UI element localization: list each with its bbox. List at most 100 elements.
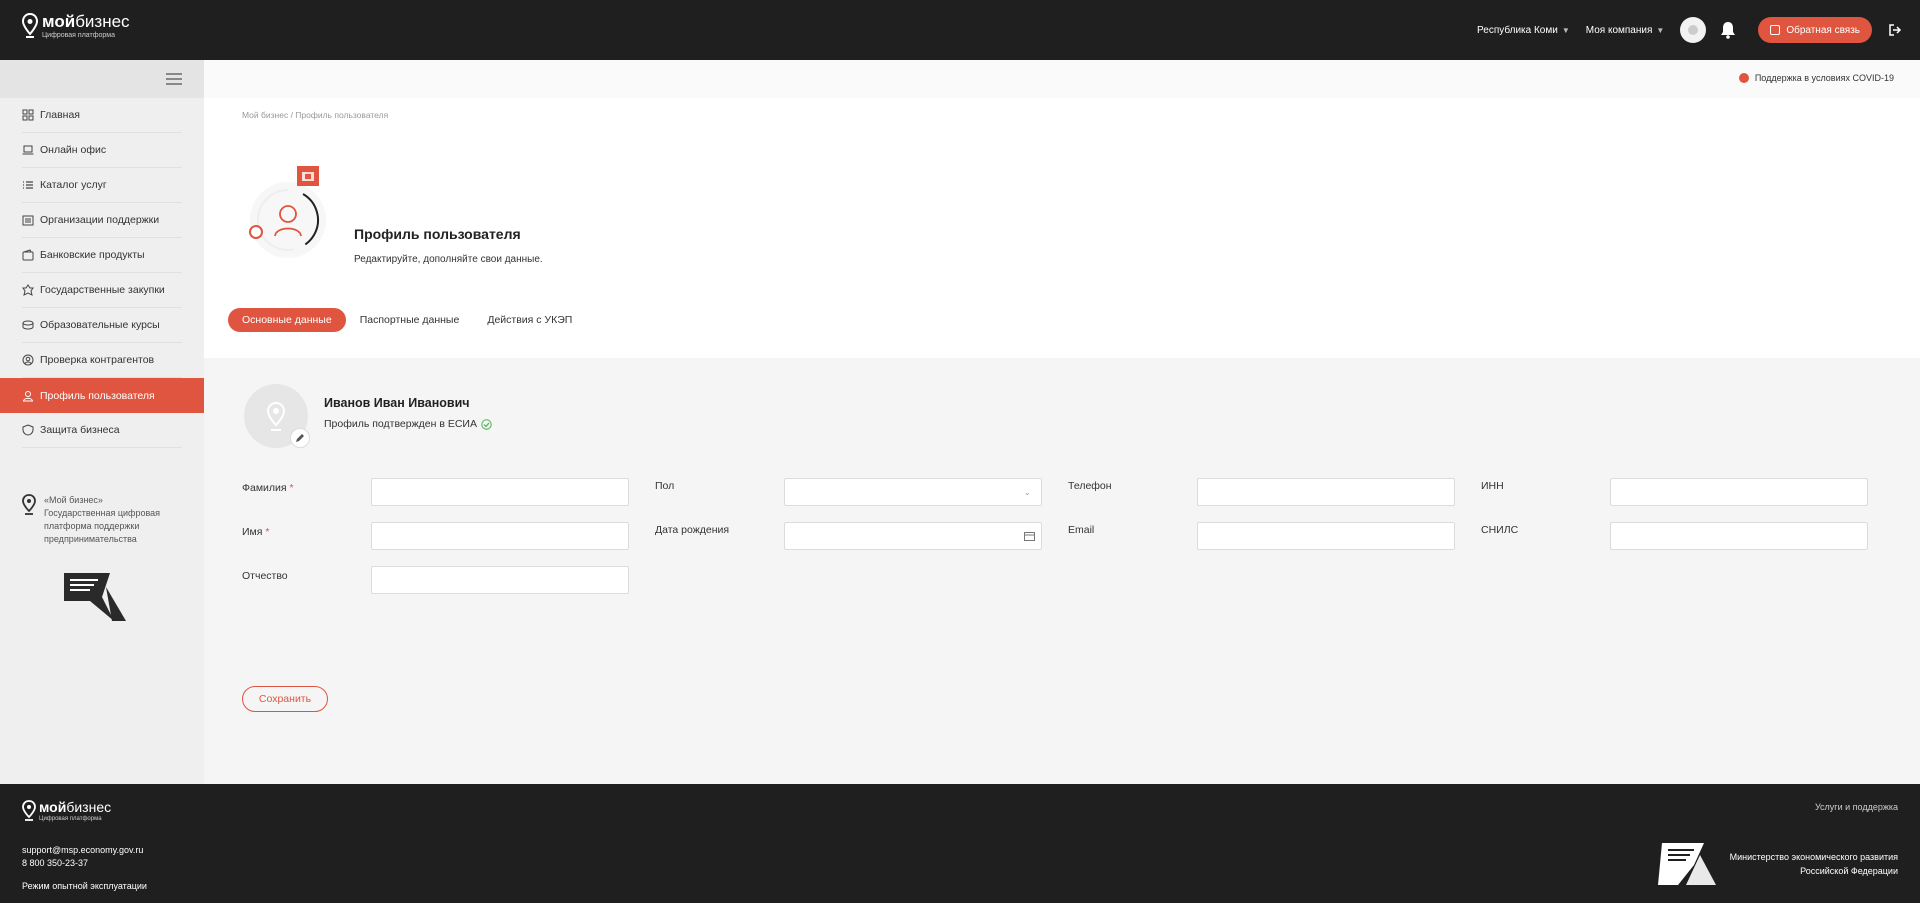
footer-brand-bold: мой (39, 799, 67, 815)
sidebar-item-user-profile[interactable]: Профиль пользователя (0, 378, 204, 413)
page-subtitle: Редактируйте, дополняйте свои данные. (354, 254, 543, 265)
national-project-emblem-icon (64, 573, 126, 621)
company-label: Моя компания (1585, 24, 1653, 36)
gender-select[interactable] (784, 478, 1042, 506)
logout-icon[interactable] (1888, 23, 1902, 37)
sidebar-item-main[interactable]: Главная (22, 98, 182, 133)
covid-support-link[interactable]: Поддержка в условиях COVID-19 (1738, 73, 1894, 83)
page-title: Профиль пользователя (354, 226, 521, 242)
sidebar-item-courses[interactable]: Образовательные курсы (22, 308, 182, 343)
name-field[interactable] (371, 522, 629, 550)
name-label-text: Имя (242, 526, 263, 538)
brand-bold: мой (42, 12, 76, 31)
sidebar-top (0, 60, 204, 98)
support-phone-link[interactable]: 8 800 350-23-37 (22, 857, 143, 870)
search-person-icon (22, 354, 34, 366)
inn-field[interactable] (1610, 478, 1868, 506)
pin-logo-icon (22, 13, 38, 38)
required-mark: * (265, 526, 270, 538)
sidebar-item-label: Защита бизнеса (40, 424, 120, 436)
profile-tabs: Основные данные Паспортные данные Действ… (228, 308, 586, 332)
support-email-link[interactable]: support@msp.economy.gov.ru (22, 844, 143, 857)
profile-illustration-icon (249, 166, 326, 258)
brand-logo[interactable]: мойбизнес Цифровая платформа (22, 13, 130, 39)
surname-field[interactable] (371, 478, 629, 506)
sidebar-item-label: Онлайн офис (40, 144, 107, 156)
menu-toggle-icon[interactable] (166, 73, 182, 85)
company-select[interactable]: Моя компания ▼ (1586, 25, 1665, 36)
footer-brand-rest: бизнес (66, 799, 112, 815)
chevron-down-icon: ▼ (1561, 25, 1570, 35)
user-icon (22, 390, 34, 401)
sidebar-item-procurement[interactable]: Государственные закупки (22, 273, 182, 308)
email-field[interactable] (1197, 522, 1455, 550)
save-button[interactable]: Сохранить (242, 686, 328, 712)
wallet-icon (22, 249, 34, 261)
gender-label: Пол (655, 480, 675, 492)
sidebar-item-business-protection[interactable]: Защита бизнеса (22, 413, 182, 448)
ministry-line-1: Министерство экономического развития (1729, 852, 1898, 862)
phone-label: Телефон (1068, 480, 1112, 492)
esia-status: Профиль подтвержден в ЕСИА (324, 418, 492, 430)
sidebar-item-catalog[interactable]: Каталог услуг (22, 168, 182, 203)
birthdate-label: Дата рождения (655, 524, 730, 536)
laptop-icon (22, 145, 34, 155)
national-project-emblem-icon (1657, 843, 1716, 885)
sidebar-menu: Главная Онлайн офис Каталог услуг Органи… (0, 98, 204, 448)
sidebar-item-label: Профиль пользователя (40, 389, 155, 402)
ministry-line-2: Российской Федерации (1800, 866, 1898, 876)
ministry-block: Министерство экономического развития Росс… (1656, 841, 1898, 887)
sidebar-item-label: Главная (40, 109, 80, 121)
tab-ukep-actions[interactable]: Действия с УКЭП (473, 308, 586, 332)
beta-mode-note: Режим опытной эксплуатации (22, 881, 147, 891)
esia-status-label: Профиль подтвержден в ЕСИА (324, 418, 477, 430)
tab-passport-data[interactable]: Паспортные данные (346, 308, 474, 332)
feedback-label: Обратная связь (1786, 24, 1860, 36)
footer-logo[interactable]: мойбизнес Цифровая платформа (22, 800, 111, 822)
chat-icon (1770, 25, 1781, 35)
calendar-icon[interactable] (1024, 531, 1035, 541)
surname-label-text: Фамилия (242, 482, 287, 494)
edit-photo-button[interactable] (290, 428, 310, 448)
footer-contacts: support@msp.economy.gov.ru 8 800 350-23-… (22, 844, 143, 870)
chevron-down-icon: ▼ (1656, 25, 1665, 35)
sidebar-item-label: Банковские продукты (40, 249, 145, 261)
top-header: мойбизнес Цифровая платформа Республика … (0, 0, 1920, 60)
phone-field[interactable] (1197, 478, 1455, 506)
region-label: Республика Коми (1477, 24, 1558, 36)
email-label: Email (1068, 524, 1095, 536)
sidebar-item-counterparties[interactable]: Проверка контрагентов (22, 343, 182, 378)
top-info-bar: Поддержка в условиях COVID-19 (204, 60, 1920, 98)
sidebar-item-bank-products[interactable]: Банковские продукты (22, 238, 182, 273)
region-select[interactable]: Республика Коми ▼ (1477, 25, 1570, 36)
breadcrumb-home-link[interactable]: Мой бизнес (242, 110, 288, 120)
snils-label: СНИЛС (1481, 524, 1519, 536)
check-circle-icon (481, 418, 492, 430)
bell-icon[interactable] (1720, 21, 1736, 39)
inn-label: ИНН (1481, 480, 1504, 492)
services-support-link[interactable]: Услуги и поддержка (1815, 802, 1898, 812)
user-full-name: Иванов Иван Иванович (324, 396, 470, 410)
sidebar-item-support-orgs[interactable]: Организации поддержки (22, 203, 182, 238)
snils-field[interactable] (1610, 522, 1868, 550)
pencil-icon (296, 434, 304, 442)
breadcrumb-current: Профиль пользователя (295, 110, 389, 120)
pin-logo-icon (22, 494, 36, 515)
footer: мойбизнес Цифровая платформа support@msp… (0, 784, 1920, 903)
grid-icon (22, 109, 34, 121)
emblem-icon (22, 284, 34, 296)
user-avatar-button[interactable] (1680, 17, 1707, 43)
books-icon (22, 320, 34, 330)
covid-label: Поддержка в условиях COVID-19 (1754, 73, 1894, 83)
sidebar-item-label: Организации поддержки (40, 214, 160, 226)
tab-main-data[interactable]: Основные данные (228, 308, 346, 332)
birthdate-field[interactable] (784, 522, 1042, 550)
sidebar-item-online-office[interactable]: Онлайн офис (22, 133, 182, 168)
avatar-placeholder-icon (1688, 25, 1699, 35)
pin-placeholder-icon (266, 402, 286, 431)
patronymic-field[interactable] (371, 566, 629, 594)
sidebar-item-label: Проверка контрагентов (40, 354, 155, 366)
feedback-button[interactable]: Обратная связь (1758, 17, 1872, 43)
sidebar: Главная Онлайн офис Каталог услуг Органи… (0, 60, 204, 784)
virus-icon (1738, 73, 1749, 83)
